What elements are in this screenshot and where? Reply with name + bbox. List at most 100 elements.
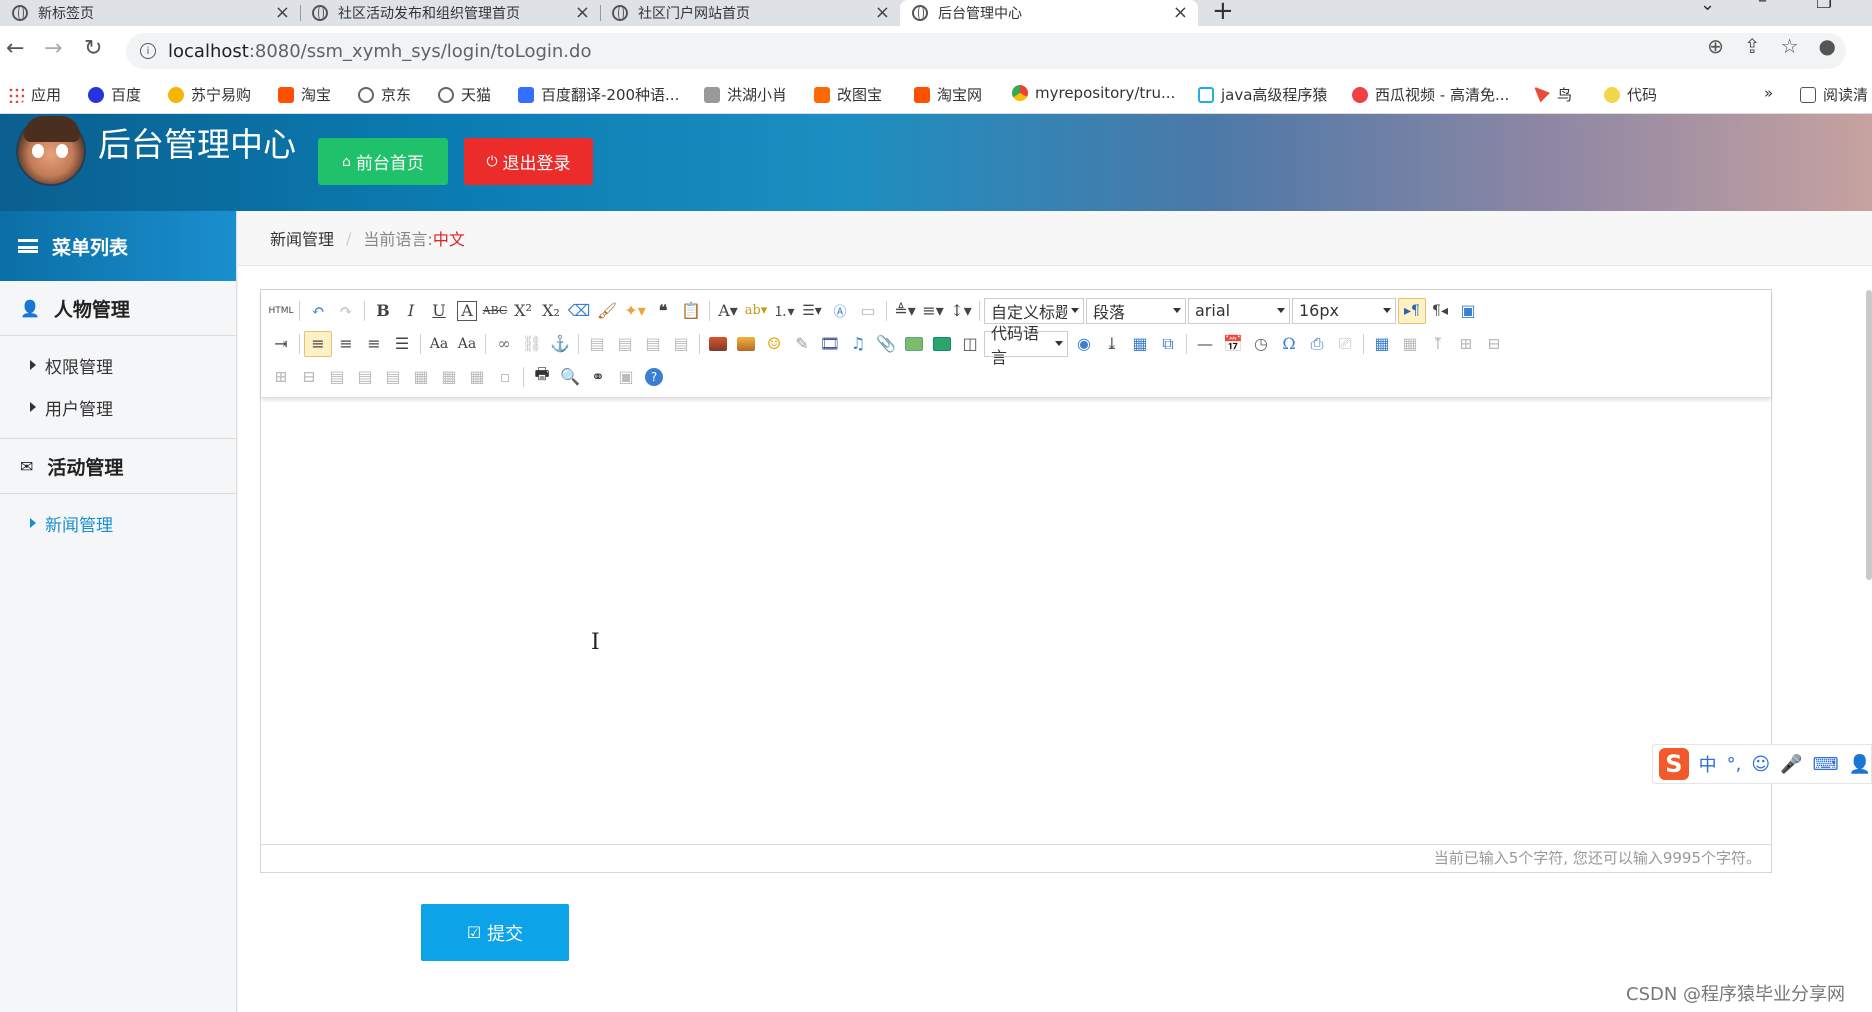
- delete-col-icon[interactable]: ⊟: [295, 364, 323, 390]
- underline-icon[interactable]: U: [425, 298, 453, 324]
- share-icon[interactable]: ⇪: [1744, 34, 1761, 58]
- emotion-icon[interactable]: ☺: [760, 331, 788, 357]
- font-family-select[interactable]: arial: [1188, 297, 1290, 324]
- align-center-icon[interactable]: ≡: [332, 331, 360, 357]
- restore-icon[interactable]: ❐: [1816, 0, 1832, 13]
- submit-button[interactable]: ☑ 提交: [421, 904, 569, 961]
- page-scrollbar[interactable]: [1866, 290, 1872, 580]
- html-source-icon[interactable]: HTML: [267, 298, 295, 324]
- zoom-preview-icon[interactable]: 🔍: [556, 364, 584, 390]
- insert-paragraph-before-table-icon[interactable]: ⤒: [1424, 331, 1452, 357]
- attachment-icon[interactable]: 📎: [872, 331, 900, 357]
- bookmark-honghu[interactable]: 洪湖小肖: [704, 84, 787, 105]
- bookmark-tmall[interactable]: 天猫: [438, 84, 491, 105]
- fullscreen-icon[interactable]: ▣: [1454, 298, 1482, 324]
- scrawl-icon[interactable]: ✎: [788, 331, 816, 357]
- align-left-icon[interactable]: ≡: [304, 330, 332, 357]
- insert-row-icon[interactable]: ⊞: [1452, 331, 1480, 357]
- font-border-icon[interactable]: A: [457, 300, 477, 321]
- info-icon[interactable]: i: [140, 43, 156, 59]
- redo-icon[interactable]: ↷: [332, 298, 360, 324]
- reading-list[interactable]: 阅读清: [1800, 84, 1868, 105]
- emoji-icon[interactable]: ☺: [1751, 754, 1770, 775]
- editor-content-area[interactable]: I: [261, 398, 1771, 832]
- paste-text-icon[interactable]: 📋: [677, 298, 705, 324]
- browser-tab[interactable]: 社区活动发布和组织管理首页 ×: [300, 0, 600, 26]
- keyboard-icon[interactable]: ⌨: [1813, 754, 1839, 775]
- rtl-direction-icon[interactable]: ¶◂: [1426, 298, 1454, 324]
- back-icon[interactable]: ←: [6, 36, 24, 61]
- insert-video-icon[interactable]: 🎞: [816, 331, 844, 357]
- bookmark-jd[interactable]: 京东: [358, 84, 411, 105]
- font-size-select[interactable]: 16px: [1292, 297, 1396, 324]
- insert-table-icon[interactable]: ▦: [1368, 331, 1396, 357]
- reload-icon[interactable]: ↻: [84, 36, 102, 61]
- close-icon[interactable]: ×: [275, 2, 290, 23]
- zoom-icon[interactable]: ⊕: [1707, 34, 1724, 58]
- breadcrumb-section[interactable]: 新闻管理: [270, 226, 334, 250]
- insert-image-icon[interactable]: [732, 331, 760, 357]
- italic-icon[interactable]: I: [397, 298, 425, 324]
- star-icon[interactable]: ☆: [1781, 34, 1799, 58]
- anchor-icon[interactable]: ⚓: [546, 331, 574, 357]
- minimize-icon[interactable]: –: [1758, 0, 1767, 11]
- profile-icon[interactable]: ●: [1819, 34, 1836, 58]
- bookmark-apps[interactable]: 应用: [8, 84, 61, 105]
- template-icon[interactable]: ◉: [1070, 331, 1098, 357]
- word-image-icon[interactable]: ⧉: [1154, 331, 1182, 357]
- highlight-color-icon[interactable]: ab▾: [742, 298, 770, 324]
- merge-cells-icon[interactable]: ▤: [323, 364, 351, 390]
- bookmark-xigua[interactable]: 西瓜视频 - 高清免...: [1352, 84, 1509, 105]
- ime-mode[interactable]: 中: [1699, 751, 1717, 777]
- search-replace-icon[interactable]: ⚭: [584, 364, 612, 390]
- bookmark-myrepository[interactable]: myrepository/tru...: [1012, 84, 1175, 102]
- help-icon[interactable]: ?: [640, 364, 668, 390]
- merge-right-icon[interactable]: ▤: [351, 364, 379, 390]
- close-icon[interactable]: ×: [575, 2, 590, 23]
- image-none-icon[interactable]: ▤: [583, 331, 611, 357]
- sidebar-item-permissions[interactable]: 权限管理: [0, 344, 236, 386]
- subscript-icon[interactable]: X₂: [537, 298, 565, 324]
- split-to-cells-icon[interactable]: ▦: [407, 364, 435, 390]
- bookmark-code[interactable]: 代码: [1604, 84, 1657, 105]
- split-to-cols-icon[interactable]: ▦: [463, 364, 491, 390]
- delete-row-icon[interactable]: ⊟: [1480, 331, 1508, 357]
- row-spacing-bottom-icon[interactable]: ≡▾: [919, 298, 947, 324]
- insert-col-icon[interactable]: ⊞: [267, 364, 295, 390]
- insert-frame-icon[interactable]: ◫: [956, 331, 984, 357]
- page-break-icon[interactable]: ⤓: [1098, 331, 1126, 357]
- row-spacing-top-icon[interactable]: ≜▾: [891, 298, 919, 324]
- microphone-icon[interactable]: 🎤: [1780, 754, 1802, 775]
- line-height-icon[interactable]: ↕▾: [947, 298, 975, 324]
- chart-icon[interactable]: ▫: [491, 364, 519, 390]
- font-color-icon[interactable]: A▾: [714, 298, 742, 324]
- image-right-icon[interactable]: ▤: [639, 331, 667, 357]
- background-icon[interactable]: ▦: [1126, 331, 1154, 357]
- unlink-icon[interactable]: ⛓: [518, 331, 546, 357]
- browser-tab-active[interactable]: 后台管理中心 ×: [900, 0, 1198, 26]
- paragraph-select[interactable]: 段落: [1086, 297, 1186, 324]
- snapscreen-icon[interactable]: ⎙: [1303, 331, 1331, 357]
- gmap-icon[interactable]: [928, 331, 956, 357]
- user-icon[interactable]: 👤: [1849, 754, 1871, 775]
- image-left-icon[interactable]: ▤: [611, 331, 639, 357]
- merge-down-icon[interactable]: ▤: [379, 364, 407, 390]
- align-justify-icon[interactable]: ☰: [388, 331, 416, 357]
- browser-tab[interactable]: 新标签页 ×: [0, 0, 300, 26]
- link-icon[interactable]: ∞: [490, 331, 518, 357]
- superscript-icon[interactable]: X²: [509, 298, 537, 324]
- eraser-icon[interactable]: ⌫: [565, 298, 593, 324]
- bookmark-taobao[interactable]: 淘宝: [278, 84, 331, 105]
- bookmark-baidu-translate[interactable]: 百度翻译-200种语...: [518, 84, 679, 105]
- sidebar-group-people[interactable]: 👤 人物管理: [0, 281, 236, 336]
- image-center-icon[interactable]: ▤: [667, 331, 695, 357]
- map-icon[interactable]: [900, 331, 928, 357]
- bold-icon[interactable]: B: [369, 298, 397, 324]
- music-icon[interactable]: ♫: [844, 331, 872, 357]
- bookmark-bird[interactable]: 鸟: [1534, 84, 1572, 105]
- sidebar-item-news[interactable]: 新闻管理: [0, 502, 236, 544]
- bookmark-suning[interactable]: 苏宁易购: [168, 84, 251, 105]
- print-icon[interactable]: 🖶: [528, 364, 556, 390]
- logout-button[interactable]: ⏻ 退出登录: [464, 138, 593, 185]
- auto-format-icon[interactable]: ✦▾: [621, 298, 649, 324]
